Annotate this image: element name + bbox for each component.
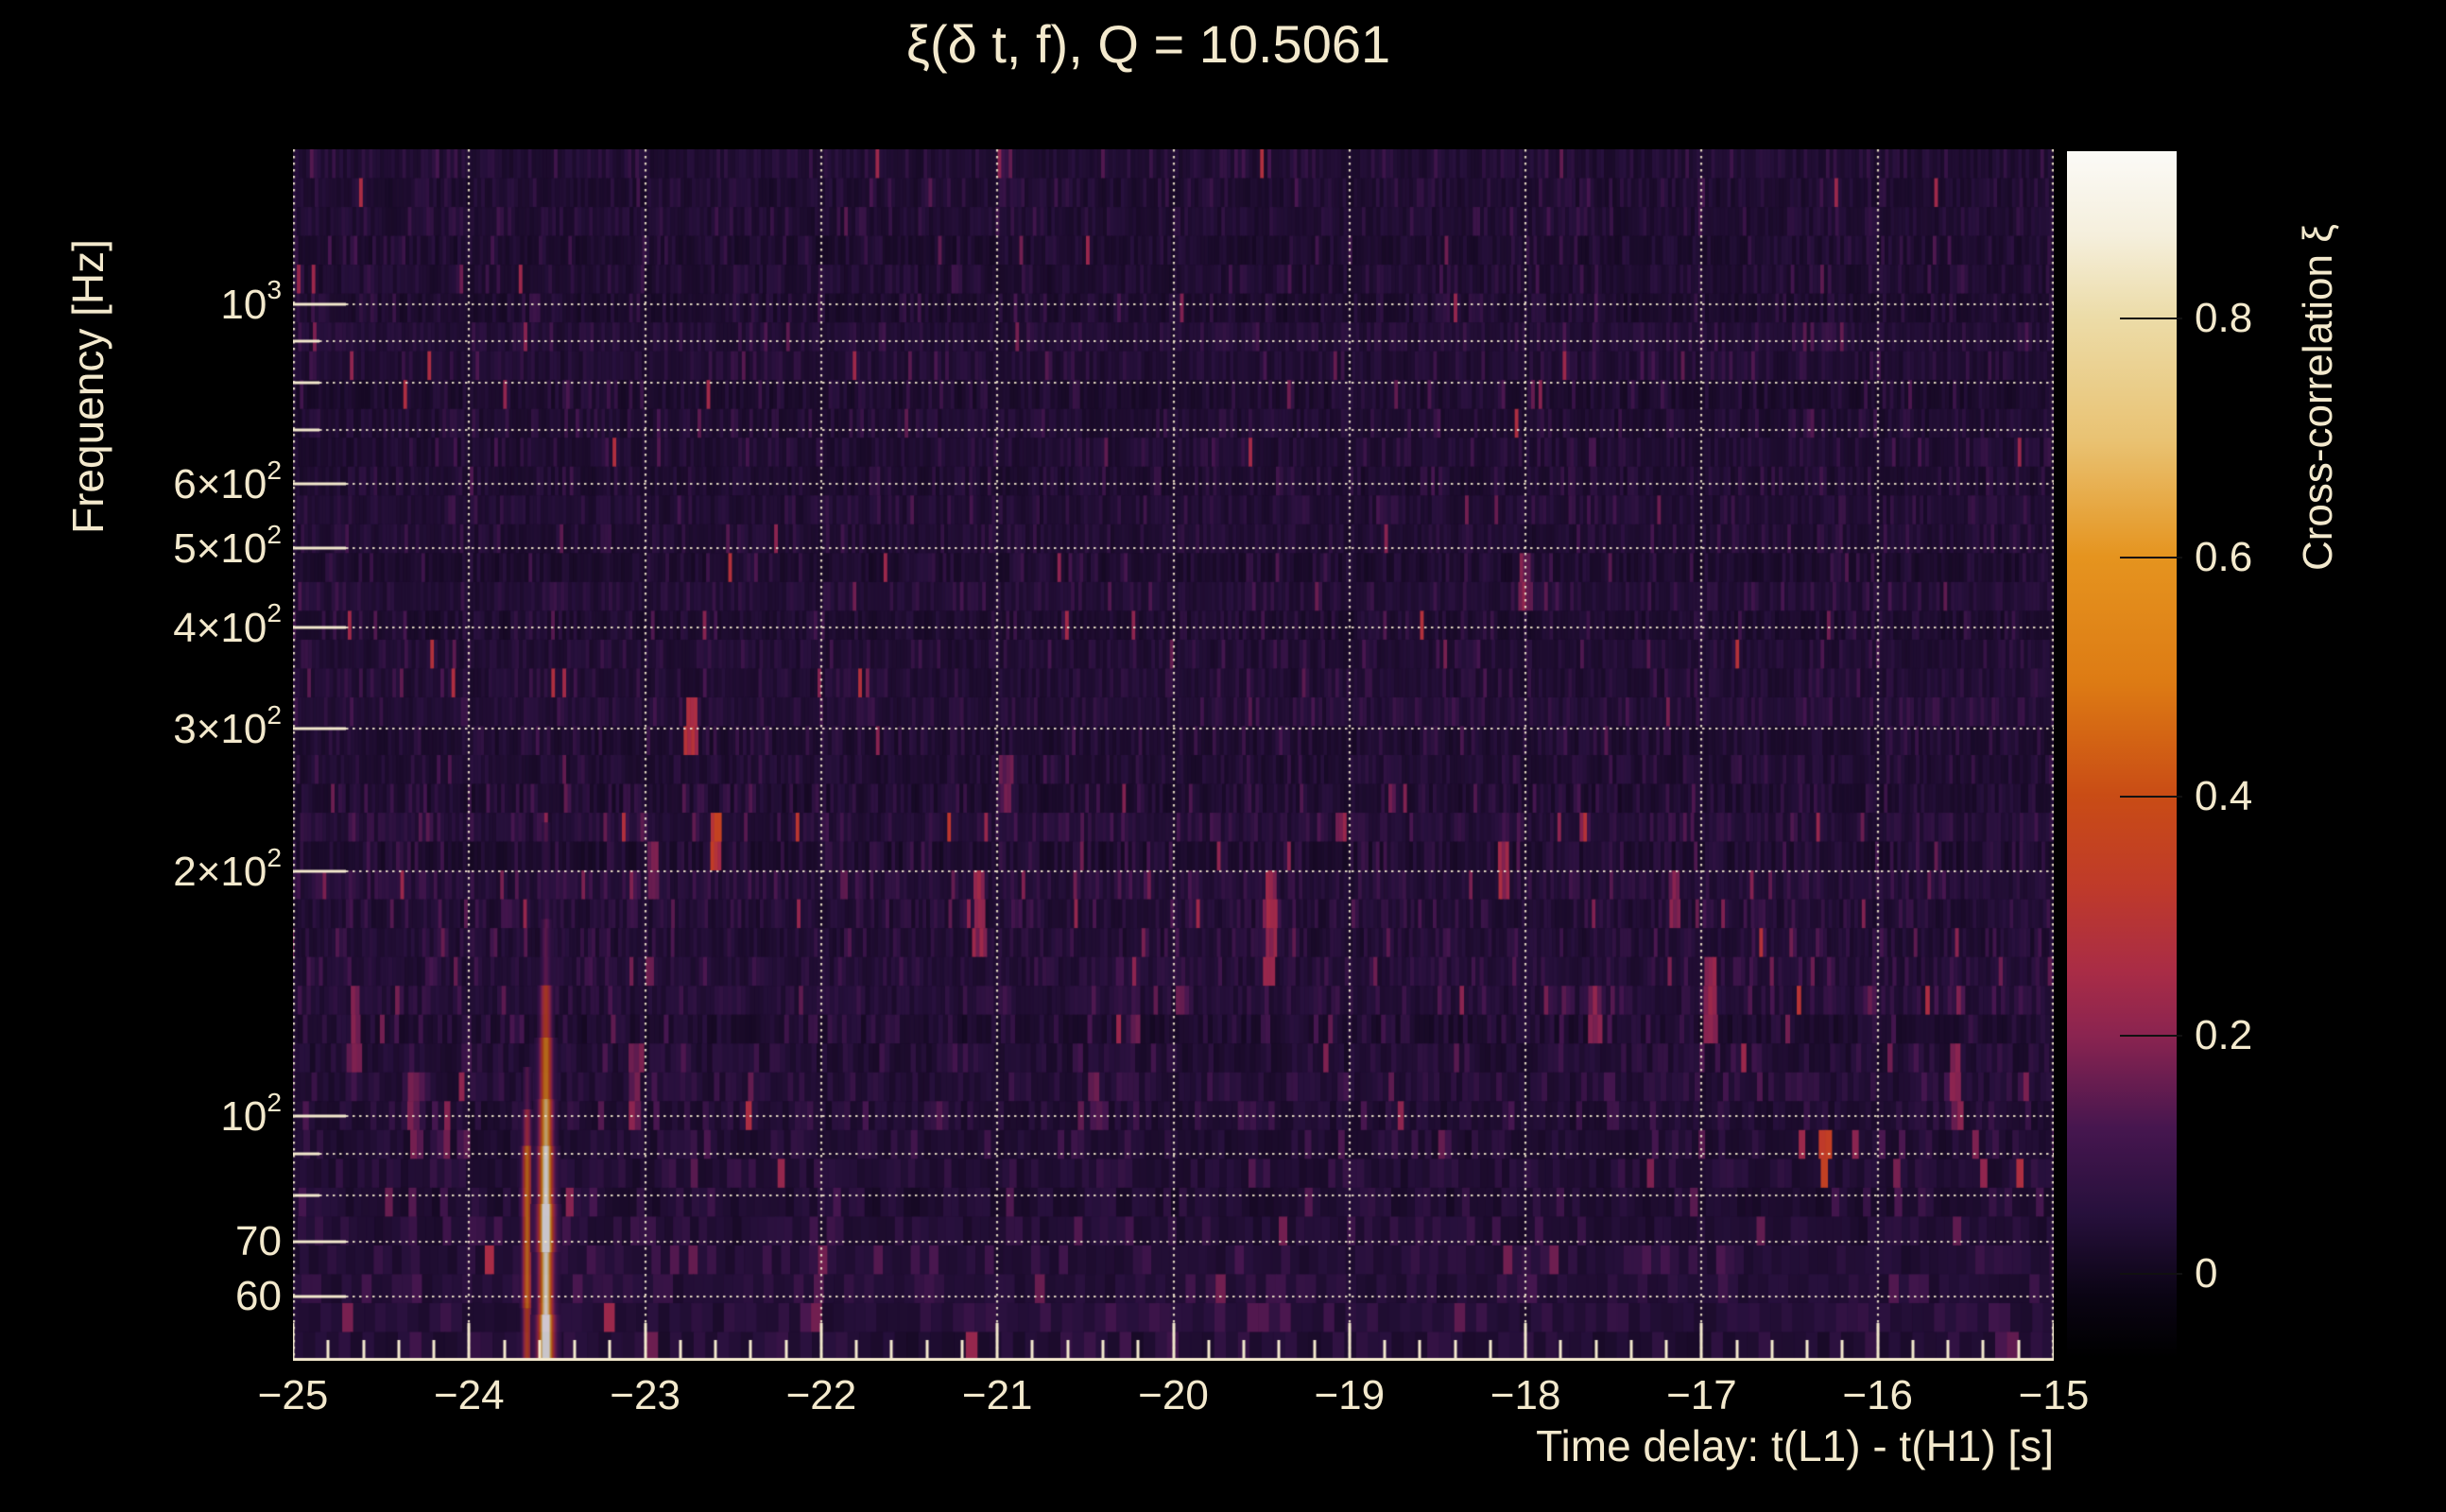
y-tick-label: 102 xyxy=(220,1088,282,1141)
x-tick-label: −16 xyxy=(1842,1372,1914,1418)
figure: ξ(δ t, f), Q = 10.5061 Frequency [Hz] −2… xyxy=(0,0,2446,1512)
y-tick-label: 2×102 xyxy=(173,843,282,896)
colorbar-tick-mark xyxy=(2120,318,2182,319)
x-tick-label: −17 xyxy=(1666,1372,1737,1418)
y-tick-label: 60 xyxy=(235,1272,282,1319)
colorbar-tick-mark xyxy=(2120,1273,2182,1276)
colorbar-tick-label: 0.2 xyxy=(2195,1011,2253,1058)
colorbar-title: Cross-correlation ξ xyxy=(2295,224,2341,571)
y-tick-label: 103 xyxy=(220,275,282,328)
colorbar-tick-mark xyxy=(2120,556,2182,558)
x-tick-label: −18 xyxy=(1490,1372,1561,1418)
chart-title: ξ(δ t, f), Q = 10.5061 xyxy=(905,14,1391,74)
y-tick-label: 70 xyxy=(235,1218,282,1265)
x-tick-label: −15 xyxy=(2018,1372,2090,1418)
colorbar-tick-mark xyxy=(2120,1034,2182,1037)
x-tick-label: −25 xyxy=(257,1372,329,1418)
x-tick-label: −24 xyxy=(433,1372,505,1418)
colorbar-gradient xyxy=(2067,151,2177,1358)
y-axis-title: Frequency [Hz] xyxy=(63,239,112,534)
y-tick-label: 5×102 xyxy=(173,520,282,573)
x-tick-label: −19 xyxy=(1314,1372,1386,1418)
colorbar-tick-label: 0.6 xyxy=(2195,533,2253,580)
x-tick-label: −22 xyxy=(785,1372,857,1418)
y-tick-label: 4×102 xyxy=(173,598,282,651)
colorbar-tick-label: 0.8 xyxy=(2195,295,2253,341)
x-tick-label: −23 xyxy=(610,1372,680,1418)
colorbar-tick-mark xyxy=(2120,795,2182,798)
y-tick-label: 6×102 xyxy=(173,455,282,508)
y-tick-label: 3×102 xyxy=(173,700,282,752)
heatmap-canvas xyxy=(293,149,2054,1361)
colorbar-tick-label: 0 xyxy=(2195,1250,2218,1297)
x-tick-label: −21 xyxy=(961,1372,1033,1418)
x-axis-title: Time delay: t(L1) - t(H1) [s] xyxy=(1536,1421,2054,1470)
x-tick-label: −20 xyxy=(1138,1372,1209,1418)
colorbar-tick-label: 0.4 xyxy=(2195,772,2253,819)
